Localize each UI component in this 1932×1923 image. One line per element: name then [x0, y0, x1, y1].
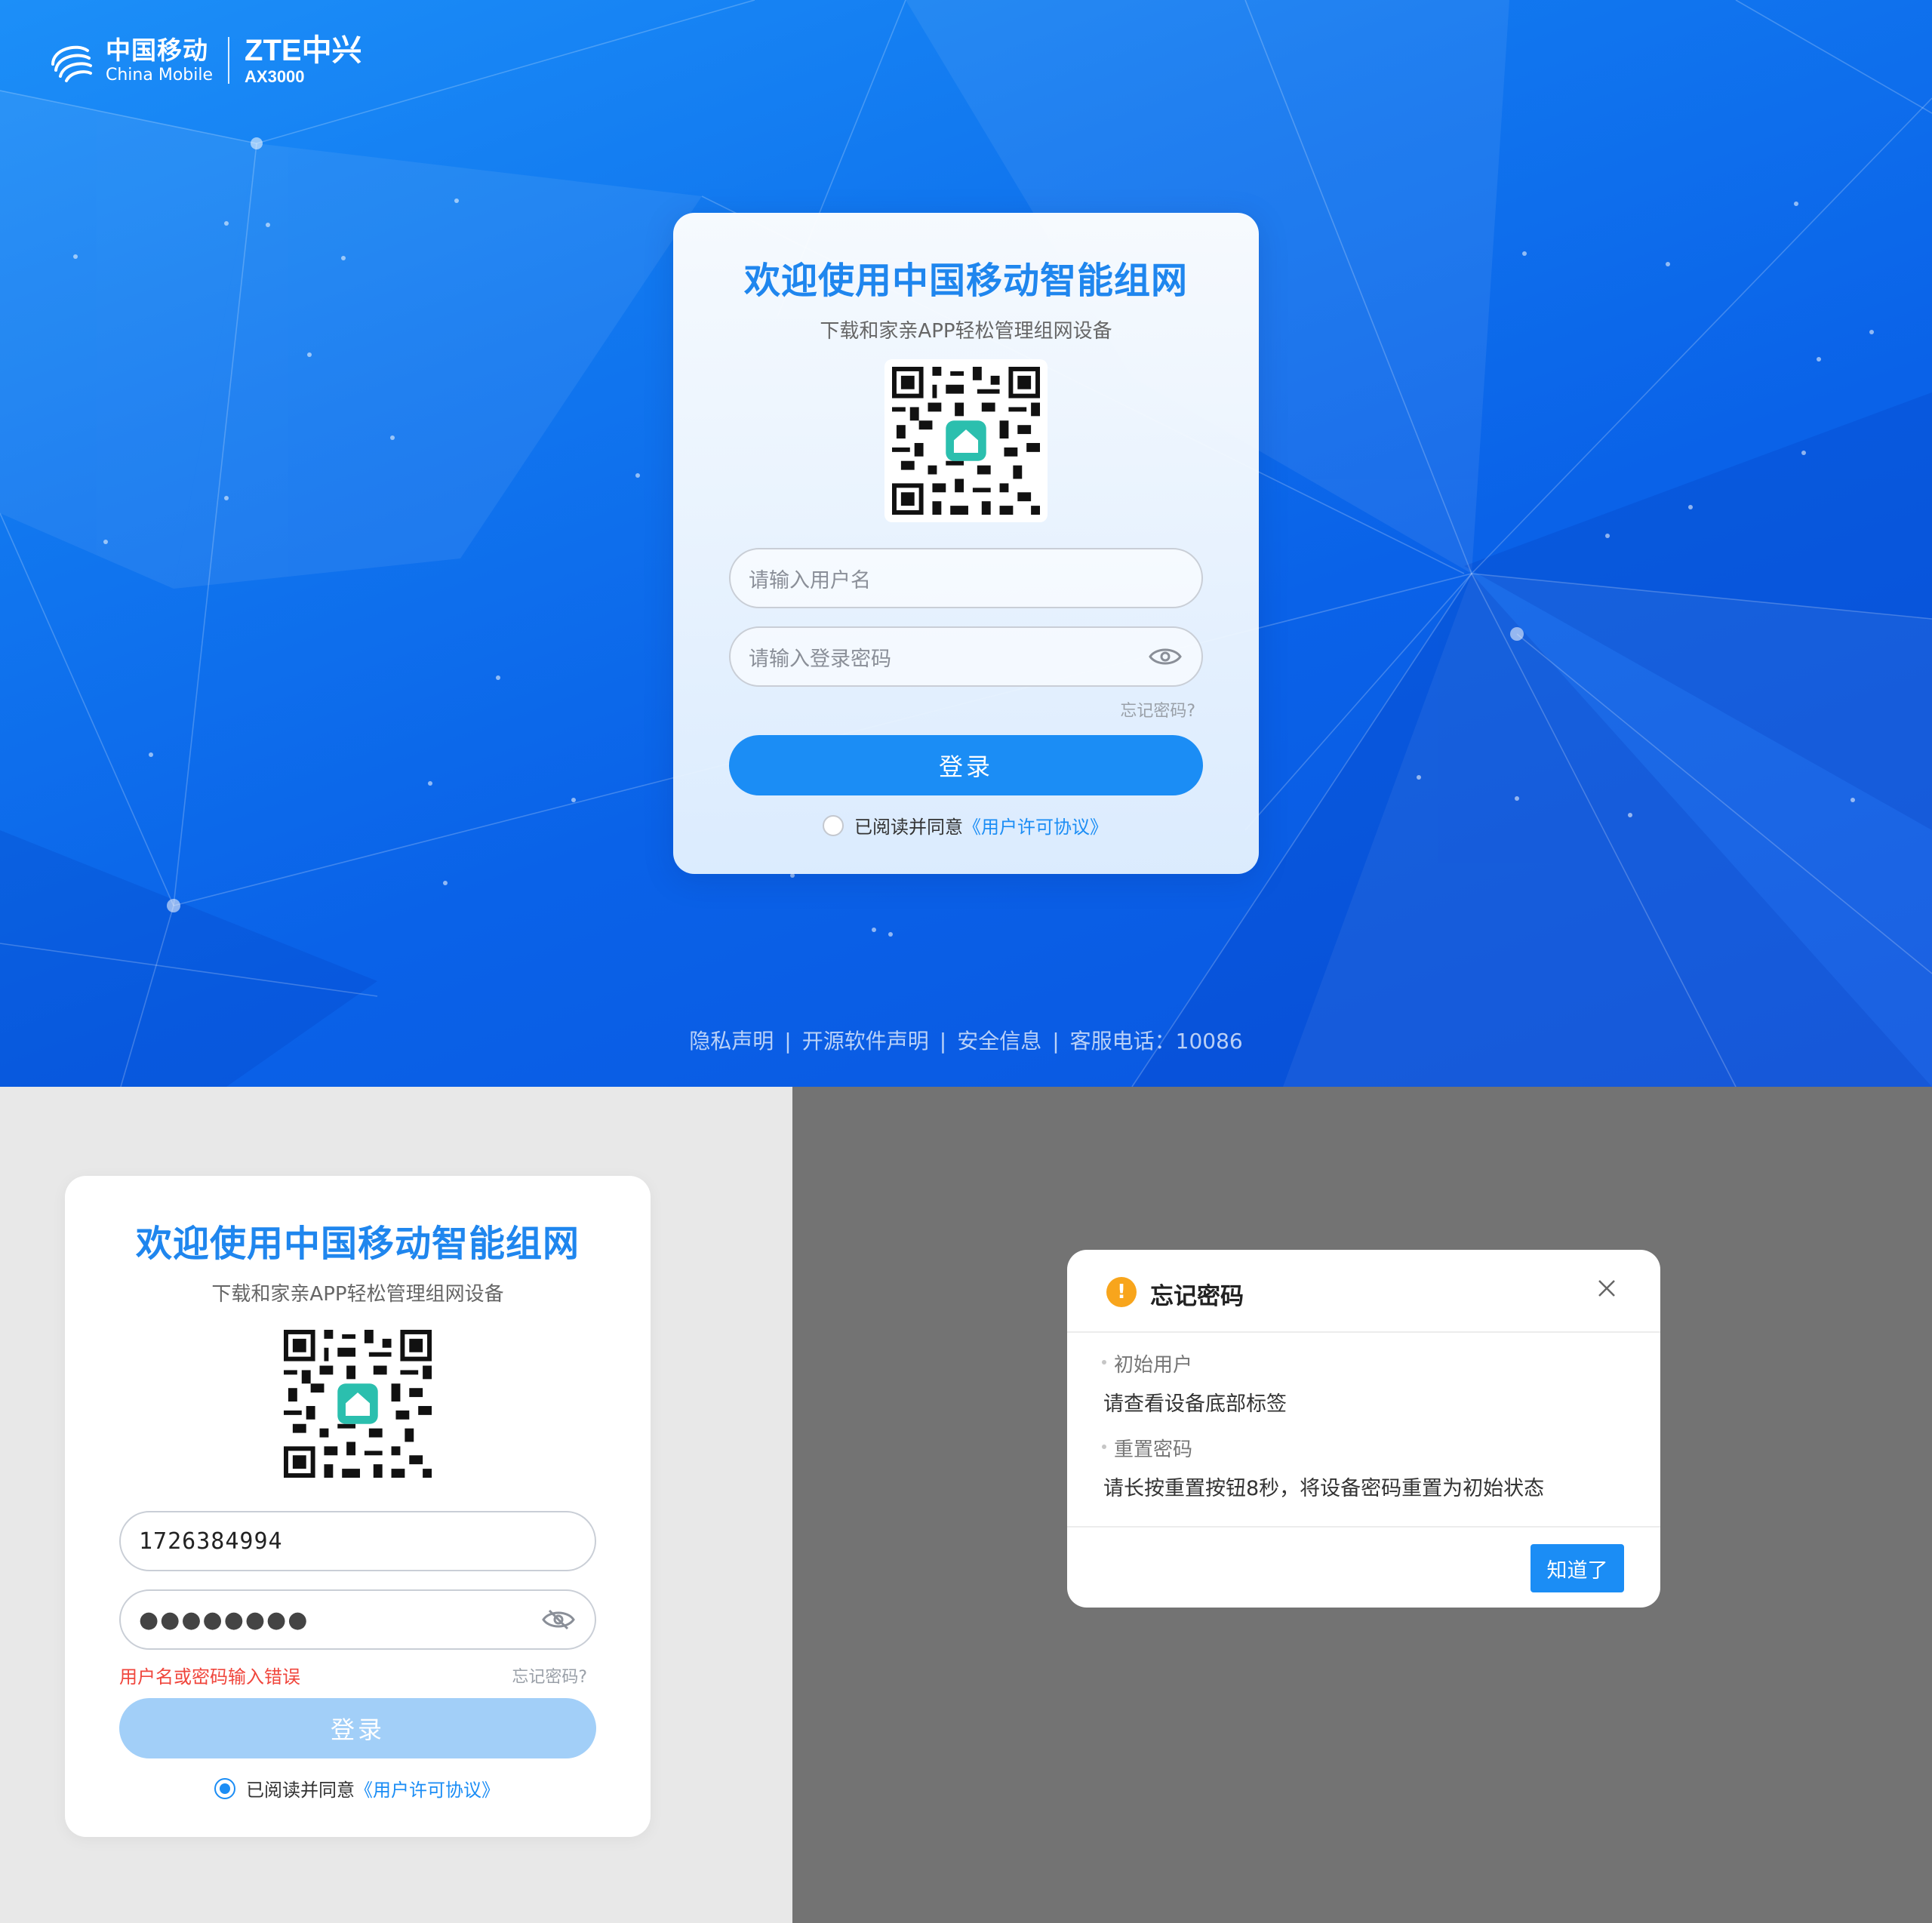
eye-icon[interactable]: [1149, 645, 1182, 669]
username-input[interactable]: 1726384994: [119, 1511, 596, 1571]
footer-separator: |: [1052, 1029, 1060, 1054]
username-input[interactable]: 请输入用户名: [729, 548, 1203, 608]
agreement-row: 已阅读并同意 《用户许可协议》: [214, 1775, 500, 1801]
app-logo-icon: [337, 1383, 378, 1424]
qr-code: [884, 359, 1048, 522]
user-license-link[interactable]: 《用户许可协议》: [963, 812, 1108, 838]
login-button-disabled[interactable]: 登录: [119, 1698, 596, 1758]
password-input[interactable]: 请输入登录密码: [729, 626, 1203, 687]
china-mobile-logo-icon: [51, 45, 92, 82]
eye-off-icon[interactable]: [542, 1608, 575, 1632]
password-placeholder: 请输入登录密码: [749, 647, 891, 671]
username-value: 1726384994: [139, 1528, 283, 1555]
dialog-overlay: ! 忘记密码 初始用户 请查看设备底部标签 重置密码 请长按重置按钮8秒，将设备…: [792, 1087, 1932, 1923]
login-error-message: 用户名或密码输入错误: [119, 1666, 300, 1688]
brand-header: 中国移动 China Mobile ZTE中兴 AX3000: [47, 33, 362, 88]
login-subtitle: 下载和家亲APP轻松管理组网设备: [820, 320, 1112, 343]
privacy-link[interactable]: 隐私声明: [689, 1029, 774, 1054]
login-title: 欢迎使用中国移动智能组网: [743, 260, 1188, 302]
open-source-link[interactable]: 开源软件声明: [802, 1029, 929, 1054]
password-input[interactable]: ●●●●●●●●: [119, 1589, 596, 1650]
login-button[interactable]: 登录: [729, 735, 1203, 795]
username-placeholder: 请输入用户名: [749, 568, 871, 592]
brand-operator-en: China Mobile: [106, 65, 214, 85]
footer-separator: |: [939, 1029, 947, 1054]
login-card: 欢迎使用中国移动智能组网 下载和家亲APP轻松管理组网设备 请输入用户名 请输入…: [673, 213, 1259, 874]
brand-operator-zh: 中国移动: [106, 35, 208, 65]
agreement-radio[interactable]: [823, 814, 844, 836]
dialog-body: 初始用户 请查看设备底部标签 重置密码 请长按重置按钮8秒，将设备密码重置为初始…: [1067, 1334, 1660, 1528]
dialog-title: 忘记密码: [1150, 1283, 1244, 1310]
login-page-hero: 中国移动 China Mobile ZTE中兴 AX3000 欢迎使用中国移动智…: [0, 0, 1932, 1087]
password-mask: ●●●●●●●●: [139, 1606, 309, 1633]
agreement-radio-checked[interactable]: [214, 1777, 235, 1799]
brand-model: AX3000: [245, 67, 305, 86]
agreement-text: 已阅读并同意: [246, 1780, 355, 1801]
forgot-password-link[interactable]: 忘记密码?: [512, 1663, 587, 1688]
login-card-error: 欢迎使用中国移动智能组网 下载和家亲APP轻松管理组网设备 1726384994…: [65, 1176, 651, 1837]
forgot-password-dialog: ! 忘记密码 初始用户 请查看设备底部标签 重置密码 请长按重置按钮8秒，将设备…: [1067, 1250, 1660, 1608]
qr-code-icon: [284, 1330, 432, 1478]
close-icon[interactable]: [1597, 1278, 1617, 1298]
qr-code-icon: [892, 367, 1040, 515]
confirm-button[interactable]: 知道了: [1531, 1544, 1624, 1592]
login-title: 欢迎使用中国移动智能组网: [135, 1223, 580, 1265]
forgot-password-link[interactable]: 忘记密码?: [1120, 697, 1195, 722]
agreement-text: 已阅读并同意: [854, 817, 963, 838]
qr-code: [276, 1322, 439, 1485]
login-subtitle: 下载和家亲APP轻松管理组网设备: [211, 1283, 504, 1306]
brand-divider: [228, 37, 230, 84]
app-logo-icon: [946, 420, 986, 461]
dialog-header: ! 忘记密码: [1067, 1250, 1660, 1333]
brand-vendor: ZTE中兴: [245, 34, 362, 67]
user-license-link[interactable]: 《用户许可协议》: [355, 1775, 500, 1801]
footer-separator: |: [784, 1029, 792, 1054]
section-label-initial-user: 初始用户: [1101, 1349, 1192, 1377]
footer-links: 隐私声明 | 开源软件声明 | 安全信息 | 客服电话：10086: [0, 1025, 1932, 1055]
section-text-initial-user: 请查看设备底部标签: [1103, 1392, 1287, 1416]
agreement-row: 已阅读并同意 《用户许可协议》: [823, 812, 1108, 838]
section-label-reset-password: 重置密码: [1101, 1434, 1192, 1462]
warning-icon: !: [1106, 1277, 1137, 1307]
service-phone: 客服电话：10086: [1069, 1029, 1243, 1054]
security-info-link[interactable]: 安全信息: [957, 1029, 1041, 1054]
section-text-reset-password: 请长按重置按钮8秒，将设备密码重置为初始状态: [1103, 1477, 1545, 1500]
error-state-panel: 欢迎使用中国移动智能组网 下载和家亲APP轻松管理组网设备 1726384994…: [0, 1087, 792, 1923]
